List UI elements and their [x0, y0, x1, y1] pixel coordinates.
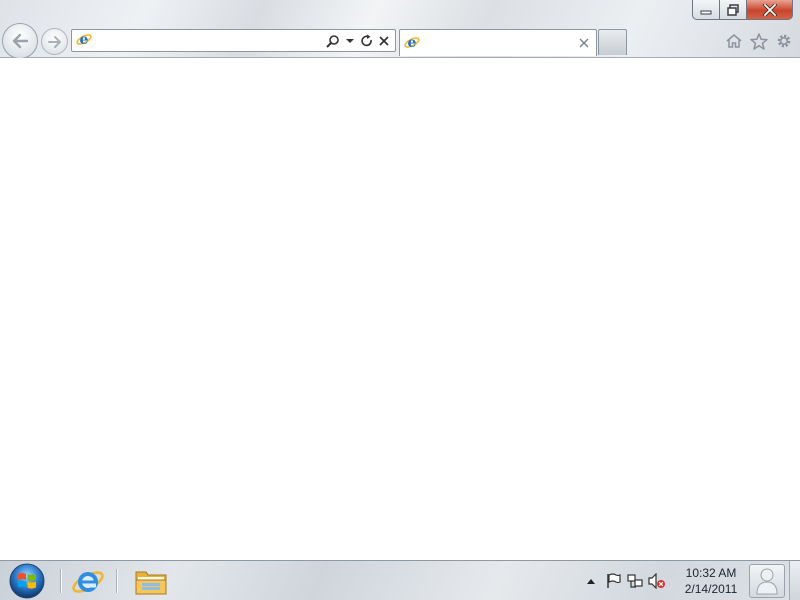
user-tile-button[interactable] — [749, 564, 785, 598]
address-tools — [326, 33, 391, 49]
restore-button[interactable] — [719, 0, 746, 20]
minimize-button[interactable] — [692, 0, 719, 20]
taskbar-separator — [60, 569, 62, 593]
window-caption-buttons — [692, 0, 793, 20]
system-clock[interactable]: 10:32 AM 2/14/2011 — [676, 565, 746, 597]
volume-muted-icon[interactable] — [646, 570, 668, 592]
close-button[interactable] — [746, 0, 793, 20]
page-content[interactable] — [0, 58, 800, 560]
address-input[interactable] — [96, 31, 322, 50]
taskbar-app-internet-explorer[interactable] — [68, 563, 108, 599]
notification-area — [580, 561, 668, 600]
windows-start-orb-icon — [9, 563, 45, 599]
search-icon[interactable] — [326, 33, 340, 49]
command-icons — [723, 31, 794, 51]
clock-time: 10:32 AM — [685, 566, 737, 580]
folder-icon — [135, 571, 167, 595]
forward-button[interactable] — [41, 28, 68, 55]
ie-logo-icon: e — [76, 31, 92, 50]
back-arrow-icon — [12, 33, 29, 49]
tools-gear-icon[interactable] — [773, 31, 794, 51]
browser-tab[interactable]: e — [399, 29, 597, 56]
browser-title-bar: e e — [0, 0, 800, 59]
home-icon[interactable] — [723, 31, 744, 51]
svg-text:e: e — [408, 35, 417, 50]
favorites-star-icon[interactable] — [748, 31, 769, 51]
network-icon[interactable] — [624, 570, 646, 592]
user-avatar-icon — [756, 568, 778, 595]
action-center-flag-icon[interactable] — [602, 570, 624, 592]
tab-close-button[interactable] — [576, 35, 592, 51]
show-desktop-button[interactable] — [789, 561, 800, 600]
stop-icon[interactable] — [377, 33, 391, 49]
taskbar-separator — [116, 569, 118, 593]
clock-date: 2/14/2011 — [684, 582, 738, 596]
forward-arrow-icon — [47, 35, 61, 48]
ie-logo-icon — [72, 571, 104, 593]
minimize-icon — [700, 10, 712, 14]
ie-logo-icon: e — [404, 34, 420, 53]
back-button[interactable] — [2, 23, 38, 59]
refresh-icon[interactable] — [360, 33, 374, 49]
address-bar[interactable]: e — [71, 29, 396, 52]
dropdown-arrow-icon[interactable] — [343, 33, 357, 49]
close-icon — [762, 3, 777, 16]
close-icon — [579, 38, 589, 48]
start-button[interactable] — [7, 562, 47, 600]
taskbar: 10:32 AM 2/14/2011 — [0, 560, 800, 600]
show-hidden-icons-arrow[interactable] — [580, 570, 602, 592]
restore-icon — [727, 3, 739, 16]
taskbar-app-windows-explorer[interactable] — [131, 563, 171, 599]
svg-text:e: e — [80, 32, 89, 47]
new-tab-button[interactable] — [598, 29, 627, 55]
